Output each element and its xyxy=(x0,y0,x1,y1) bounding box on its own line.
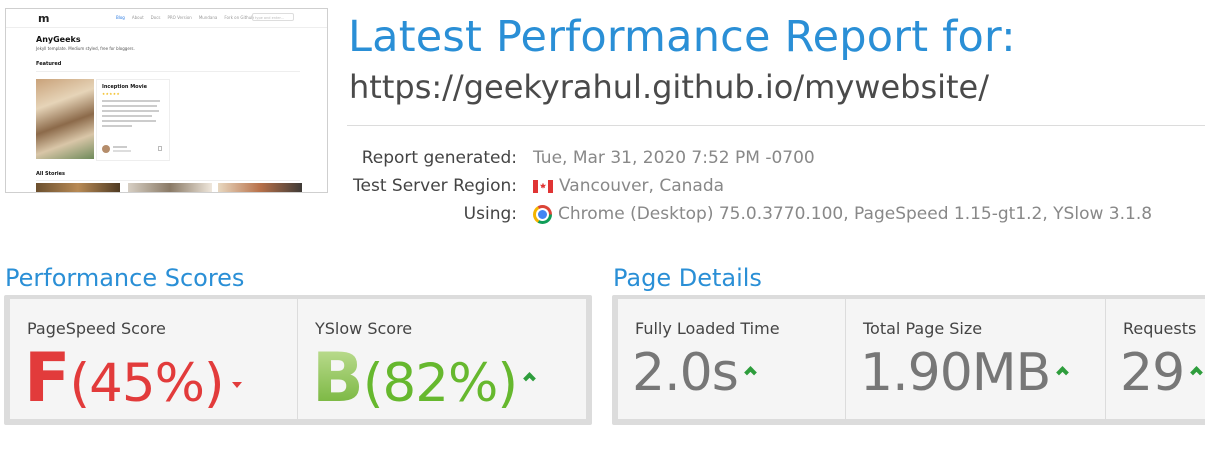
report-generated-value: Tue, Mar 31, 2020 7:52 PM -0700 xyxy=(533,148,815,168)
thumb-nav: Blog About Docs PRO Version Mundana Fork… xyxy=(116,15,254,20)
page-size-label: Total Page Size xyxy=(863,319,983,338)
page-size-number: 1.90MB xyxy=(860,343,1051,403)
requests-card[interactable]: Requests 29 xyxy=(1106,299,1205,419)
yslow-grade: B xyxy=(312,339,364,418)
pagespeed-percent: (45%) xyxy=(69,353,224,414)
thumb-site-description: Jekyll template. Medium styled, free for… xyxy=(36,46,135,51)
thumb-featured-image xyxy=(36,79,94,159)
yslow-score-card[interactable]: YSlow Score B (82%) xyxy=(298,299,586,419)
thumb-nav-item: About xyxy=(131,15,144,20)
yslow-score-value: B (82%) xyxy=(312,339,537,418)
thumb-nav-item: Blog xyxy=(116,15,125,20)
report-generated-label: Report generated: xyxy=(361,148,517,168)
report-title: Latest Performance Report for: xyxy=(348,12,1016,62)
yslow-percent: (82%) xyxy=(362,353,518,414)
thumb-site-title: AnyGeeks xyxy=(36,35,81,44)
thumb-divider xyxy=(36,180,300,181)
trend-up-icon xyxy=(1056,363,1070,377)
using-text: Chrome (Desktop) 75.0.3770.100, PageSpee… xyxy=(558,204,1153,224)
requests-number: 29 xyxy=(1120,343,1185,403)
pagespeed-score-card[interactable]: PageSpeed Score F (45%) xyxy=(10,299,298,419)
pagespeed-score-label: PageSpeed Score xyxy=(27,319,166,338)
page-size-card[interactable]: Total Page Size 1.90MB xyxy=(846,299,1106,419)
thumb-search-box: type and enter... xyxy=(252,13,294,21)
thumb-nav-item: PRO Version xyxy=(167,15,192,20)
report-generated-text: Tue, Mar 31, 2020 7:52 PM -0700 xyxy=(533,148,815,168)
performance-scores-panel: PageSpeed Score F (45%) YSlow Score B (8… xyxy=(4,295,592,425)
test-region-text: Vancouver, Canada xyxy=(559,176,725,196)
pagespeed-grade: F xyxy=(24,339,70,418)
thumb-nav-item: Mundana xyxy=(198,15,218,20)
trend-up-icon xyxy=(523,369,537,383)
requests-label: Requests xyxy=(1123,319,1197,338)
thumb-author-avatar xyxy=(102,145,110,153)
thumb-divider xyxy=(36,71,300,72)
page-size-value: 1.90MB xyxy=(860,343,1070,403)
fully-loaded-number: 2.0s xyxy=(632,343,739,403)
thumb-nav-item: Fork on Github xyxy=(224,15,254,20)
thumb-logo: m xyxy=(38,12,50,25)
test-region-label: Test Server Region: xyxy=(353,176,517,196)
thumb-rating-stars: ★★★★★ xyxy=(102,92,121,96)
using-value: Chrome (Desktop) 75.0.3770.100, PageSpee… xyxy=(533,204,1152,224)
page-details-panel: Fully Loaded Time 2.0s Total Page Size 1… xyxy=(612,295,1205,425)
site-screenshot-thumbnail[interactable]: m Blog About Docs PRO Version Mundana Fo… xyxy=(5,8,328,193)
trend-up-icon xyxy=(1190,363,1204,377)
requests-value: 29 xyxy=(1120,343,1204,403)
fully-loaded-card[interactable]: Fully Loaded Time 2.0s xyxy=(618,299,846,419)
pagespeed-score-value: F (45%) xyxy=(24,339,242,418)
yslow-score-label: YSlow Score xyxy=(315,319,413,338)
chrome-icon xyxy=(533,204,552,224)
thumb-featured-excerpt xyxy=(102,100,162,130)
test-region-row: Test Server Region: Vancouver, Canada xyxy=(340,176,1200,198)
fully-loaded-value: 2.0s xyxy=(632,343,758,403)
thumb-author-name xyxy=(113,146,127,148)
fully-loaded-label: Fully Loaded Time xyxy=(635,319,780,338)
trend-down-icon xyxy=(231,381,242,388)
trend-up-icon xyxy=(744,363,758,377)
using-label: Using: xyxy=(463,204,517,224)
thumb-story-image xyxy=(218,183,302,192)
thumb-story-image xyxy=(128,183,212,192)
test-region-value: Vancouver, Canada xyxy=(533,176,724,196)
thumb-nav-item: Docs xyxy=(150,15,161,20)
thumb-featured-heading: Featured xyxy=(36,61,62,67)
using-row: Using: Chrome (Desktop) 75.0.3770.100, P… xyxy=(340,204,1200,226)
thumb-all-stories-heading: All Stories xyxy=(36,171,66,177)
thumb-featured-title: Inception Movie xyxy=(102,84,147,90)
thumb-post-date xyxy=(113,150,131,152)
header-divider xyxy=(347,125,1205,126)
page-details-heading: Page Details xyxy=(613,264,762,292)
performance-scores-heading: Performance Scores xyxy=(5,264,245,292)
report-url[interactable]: https://geekyrahul.github.io/mywebsite/ xyxy=(349,68,989,106)
thumb-bookmark-icon xyxy=(158,146,162,151)
report-generated-row: Report generated: Tue, Mar 31, 2020 7:52… xyxy=(340,148,1200,170)
canada-flag-icon xyxy=(533,179,553,193)
thumb-story-image xyxy=(36,183,120,192)
